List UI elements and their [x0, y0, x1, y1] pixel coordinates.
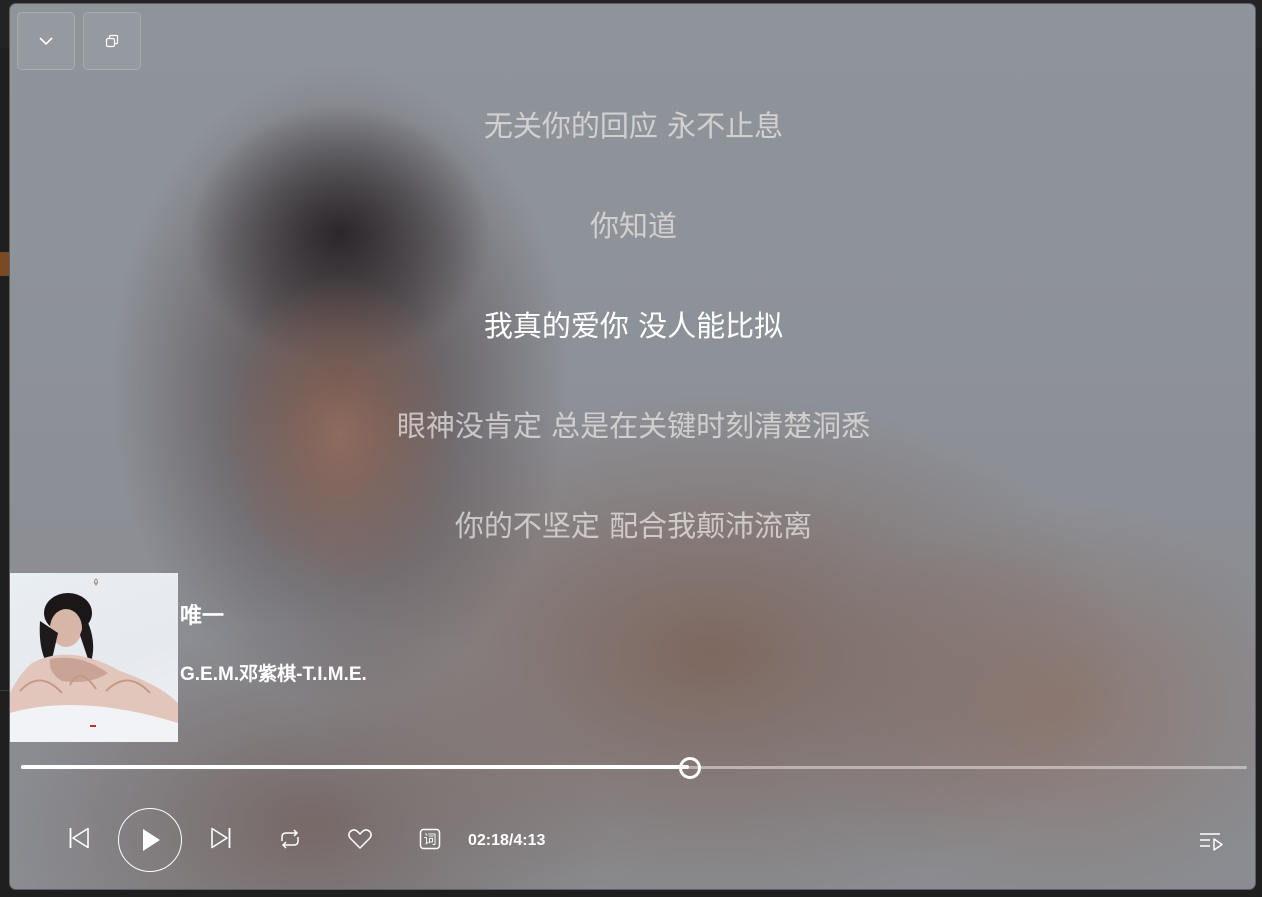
lyric-line-current[interactable]: 我真的爱你 没人能比拟: [10, 308, 1255, 344]
play-icon: [143, 829, 160, 851]
lyric-line[interactable]: 你知道: [10, 208, 1255, 244]
playback-time: 02:18/4:13: [468, 832, 546, 849]
album-cover[interactable]: [10, 573, 178, 742]
lyric-line[interactable]: 你的不坚定 配合我颠沛流离: [10, 508, 1255, 544]
svg-text:词: 词: [423, 833, 436, 848]
album-cover-art: [10, 578, 178, 742]
song-title[interactable]: 唯一: [180, 598, 224, 630]
progress-slider[interactable]: [21, 756, 1247, 779]
progress-fill: [21, 765, 689, 769]
repeat-icon: [281, 829, 299, 849]
playlist-icon: [1200, 833, 1223, 851]
collapse-player-button[interactable]: [17, 12, 75, 70]
song-artist-album[interactable]: G.E.M.邓紫棋-T.I.M.E.: [180, 659, 367, 686]
previous-track-button[interactable]: [65, 824, 93, 852]
skip-previous-icon: [69, 827, 89, 849]
lyric-line[interactable]: 无关你的回应 永不止息: [10, 108, 1255, 144]
play-button[interactable]: [118, 808, 182, 872]
favorite-button[interactable]: [346, 826, 374, 852]
now-playing-panel: 无关你的回应 永不止息 你知道 我真的爱你 没人能比拟 眼神没肯定 总是在关键时…: [9, 3, 1256, 890]
skip-next-icon: [211, 827, 231, 849]
playlist-button[interactable]: [1196, 828, 1226, 854]
lyric-line[interactable]: 眼神没肯定 总是在关键时刻清楚洞悉: [10, 408, 1255, 444]
repeat-button[interactable]: [276, 826, 304, 852]
restore-window-button[interactable]: [83, 12, 141, 70]
lyrics-toggle-button[interactable]: 词: [416, 826, 444, 852]
chevron-down-icon: [39, 37, 53, 46]
lyrics-icon: 词: [419, 828, 441, 850]
progress-thumb[interactable]: [679, 757, 701, 779]
next-track-button[interactable]: [207, 824, 235, 852]
restore-window-icon: [105, 34, 119, 48]
heart-icon: [348, 829, 372, 849]
